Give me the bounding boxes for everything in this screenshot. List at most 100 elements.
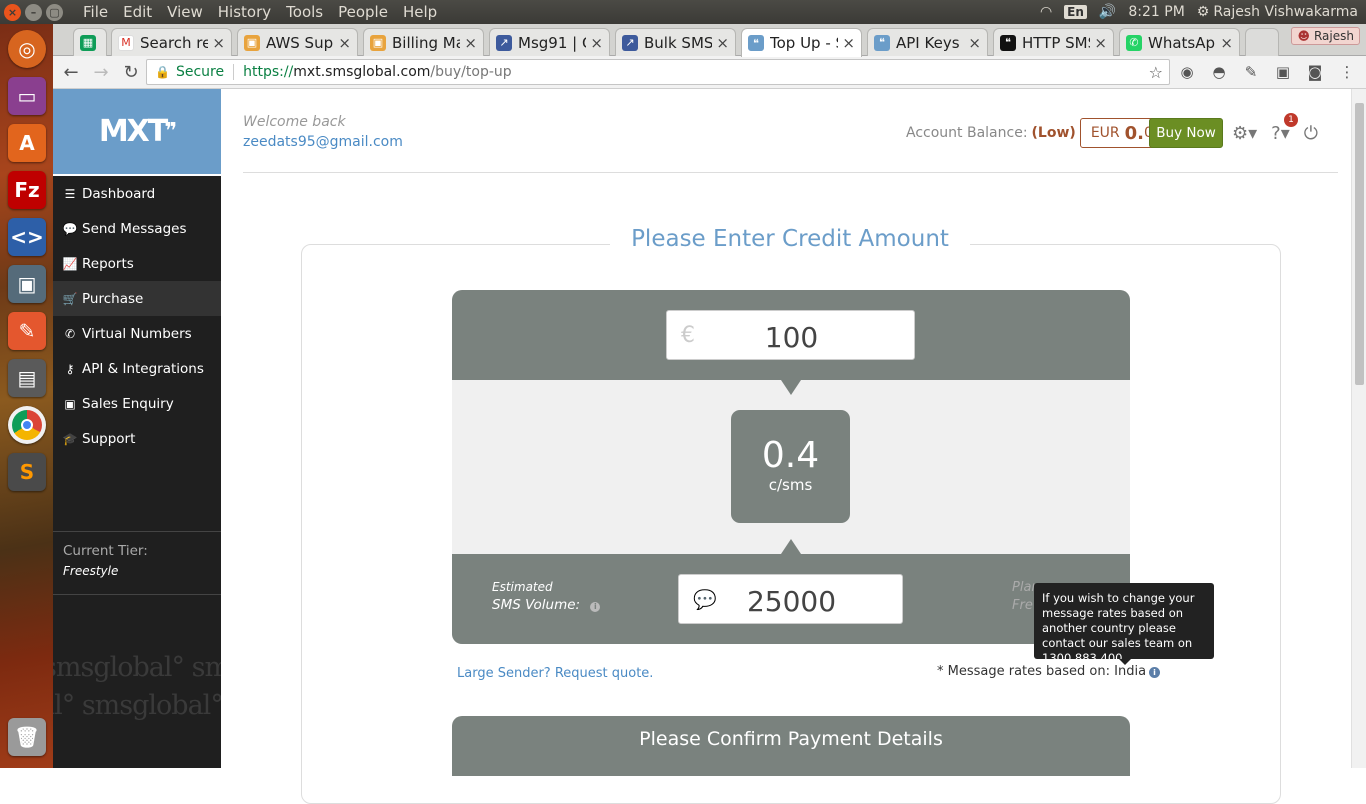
menu-help[interactable]: Help	[403, 3, 437, 21]
window-close-button[interactable]: ×	[4, 3, 21, 21]
money-icon: ▣	[64, 396, 76, 411]
tab-close-icon[interactable]: ×	[464, 34, 477, 52]
account-balance: Account Balance: (Low) EUR0.00	[906, 118, 1173, 148]
menu-people[interactable]: People	[338, 3, 388, 21]
url-scheme: https://	[243, 64, 294, 80]
remote-desktop-icon[interactable]: ▣	[8, 265, 46, 303]
tab-9[interactable]: ✆ WhatsAp ×	[1119, 28, 1240, 56]
settings-gear-icon[interactable]: ⚙▾	[1232, 123, 1257, 144]
sidebar-item-send-messages[interactable]: 💬 Send Messages	[53, 211, 221, 246]
tab-7[interactable]: ❝ API Keys - ×	[867, 28, 988, 56]
extension-camera-icon[interactable]: ▣	[1274, 63, 1292, 81]
graduation-cap-icon: 🎓	[62, 431, 78, 446]
sublime-text-icon[interactable]: S	[8, 453, 46, 491]
tab-title: API Keys -	[896, 33, 965, 52]
tab-4[interactable]: ↗ Msg91 | C ×	[489, 28, 610, 56]
sms-volume-input[interactable]: 💬 25000	[678, 574, 903, 624]
tab-close-icon[interactable]: ×	[212, 34, 225, 52]
menu-file[interactable]: File	[83, 3, 108, 21]
scrollbar-thumb[interactable]	[1355, 103, 1364, 385]
profile-button[interactable]: ☻ Rajesh	[1291, 27, 1360, 45]
sidebar-item-dashboard[interactable]: ☰ Dashboard	[53, 176, 221, 211]
postman-icon[interactable]: ✎	[8, 312, 46, 350]
logo-text: MXT	[98, 114, 168, 149]
power-logout-icon[interactable]: ⏻	[1304, 123, 1318, 144]
address-bar[interactable]: 🔒 Secure https://mxt.smsglobal.com/buy/t…	[146, 59, 1170, 85]
extension-incognito-icon[interactable]: ◓	[1210, 63, 1228, 81]
rate-value: 0.4	[761, 435, 820, 476]
menu-view[interactable]: View	[167, 3, 203, 21]
sidebar-item-api-integrations[interactable]: ⚷ API & Integrations	[53, 351, 221, 386]
workspace-switcher-icon[interactable]: ▭	[8, 77, 46, 115]
keyboard-layout-indicator[interactable]: En	[1064, 5, 1087, 19]
tab-close-icon[interactable]: ×	[1220, 34, 1233, 52]
trash-icon[interactable]: 🗑	[8, 718, 46, 756]
mxt-logo[interactable]: MXT ❞	[53, 89, 221, 176]
credit-amount-input[interactable]: € 100	[666, 310, 915, 360]
tab-title: HTTP SMS	[1022, 33, 1091, 52]
filezilla-icon[interactable]: Fz	[8, 171, 46, 209]
session-user[interactable]: Rajesh Vishwakarma	[1213, 4, 1358, 20]
chrome-menu-icon[interactable]: ⋮	[1338, 63, 1356, 81]
tab-2[interactable]: ▣ AWS Sup ×	[237, 28, 358, 56]
menu-tools[interactable]: Tools	[286, 3, 323, 21]
sidebar-item-sales-enquiry[interactable]: ▣ Sales Enquiry	[53, 386, 221, 421]
chart-icon: ↗	[496, 34, 512, 51]
menu-edit[interactable]: Edit	[123, 3, 152, 21]
tab-8[interactable]: ❝ HTTP SMS ×	[993, 28, 1114, 56]
window-minimize-button[interactable]: –	[25, 3, 42, 21]
sidebar-item-support[interactable]: 🎓 Support	[53, 421, 221, 456]
volume-icon[interactable]: 🔊	[1099, 4, 1116, 20]
tab-title: Bulk SMS	[644, 33, 713, 52]
clock[interactable]: 8:21 PM	[1128, 4, 1184, 20]
tab-close-icon[interactable]: ×	[716, 34, 729, 52]
extension-globe-icon[interactable]: ◉	[1178, 63, 1196, 81]
buy-now-button[interactable]: Buy Now	[1149, 118, 1223, 148]
tab-close-icon[interactable]: ×	[590, 34, 603, 52]
info-icon[interactable]: i	[590, 602, 601, 612]
balance-currency: EUR	[1090, 125, 1120, 141]
tab-1[interactable]: M Search re ×	[111, 28, 232, 56]
tab-close-icon[interactable]: ×	[1094, 34, 1107, 52]
page-scrollbar[interactable]	[1351, 89, 1366, 768]
forward-arrow-icon[interactable]: →	[86, 62, 116, 83]
new-tab-button[interactable]	[1245, 28, 1279, 56]
tab-5[interactable]: ↗ Bulk SMS ×	[615, 28, 736, 56]
bookmark-star-icon[interactable]: ☆	[1149, 63, 1163, 82]
tab-6-active[interactable]: ❝ Top Up - S ×	[741, 28, 862, 57]
user-email-link[interactable]: zeedats95@gmail.com	[243, 134, 403, 150]
back-arrow-icon[interactable]: ←	[56, 62, 86, 83]
sidebar-item-reports[interactable]: 📈 Reports	[53, 246, 221, 281]
extension-eyedropper-icon[interactable]: ✎	[1242, 63, 1260, 81]
info-icon[interactable]: i	[1149, 667, 1161, 678]
sidebar-item-virtual-numbers[interactable]: ✆ Virtual Numbers	[53, 316, 221, 351]
chrome-icon[interactable]	[8, 406, 46, 444]
system-tray: ◠ En 🔊 8:21 PM ⚙ Rajesh Vishwakarma	[1040, 0, 1366, 24]
tab-close-icon[interactable]: ×	[338, 34, 351, 52]
estimated-label-block: Estimated SMS Volume: i	[492, 580, 601, 613]
ubuntu-dash-icon[interactable]: ◎	[8, 30, 46, 68]
sidebar-item-purchase[interactable]: 🛒 Purchase	[53, 281, 221, 316]
watermark-line: smsglobal° smsglob	[53, 652, 221, 683]
tab-0[interactable]: ▦	[73, 28, 107, 56]
software-center-icon[interactable]: A	[8, 124, 46, 162]
large-sender-link[interactable]: Large Sender? Request quote.	[457, 666, 653, 681]
gmail-icon: M	[118, 34, 134, 51]
code-editor-icon[interactable]: <>	[8, 218, 46, 256]
file-manager-icon[interactable]: ▤	[8, 359, 46, 397]
menu-history[interactable]: History	[218, 3, 271, 21]
reload-icon[interactable]: ↻	[116, 62, 146, 83]
lock-icon: 🔒	[155, 65, 170, 79]
tab-close-icon[interactable]: ×	[842, 34, 855, 52]
menu-icon: ☰	[64, 186, 76, 201]
tab-close-icon[interactable]: ×	[968, 34, 981, 52]
tier-value: Freestyle	[63, 564, 119, 578]
window-maximize-button[interactable]: ▢	[46, 3, 63, 21]
tab-3[interactable]: ▣ Billing Ma ×	[363, 28, 484, 56]
sidebar-item-label: Dashboard	[82, 185, 156, 202]
url-path: /buy/top-up	[430, 64, 512, 80]
tab-title: Billing Ma	[392, 33, 461, 52]
wifi-icon[interactable]: ◠	[1040, 4, 1052, 20]
extension-screenshot-icon[interactable]: ◙	[1306, 63, 1324, 81]
settings-gear-icon[interactable]: ⚙	[1197, 4, 1210, 20]
